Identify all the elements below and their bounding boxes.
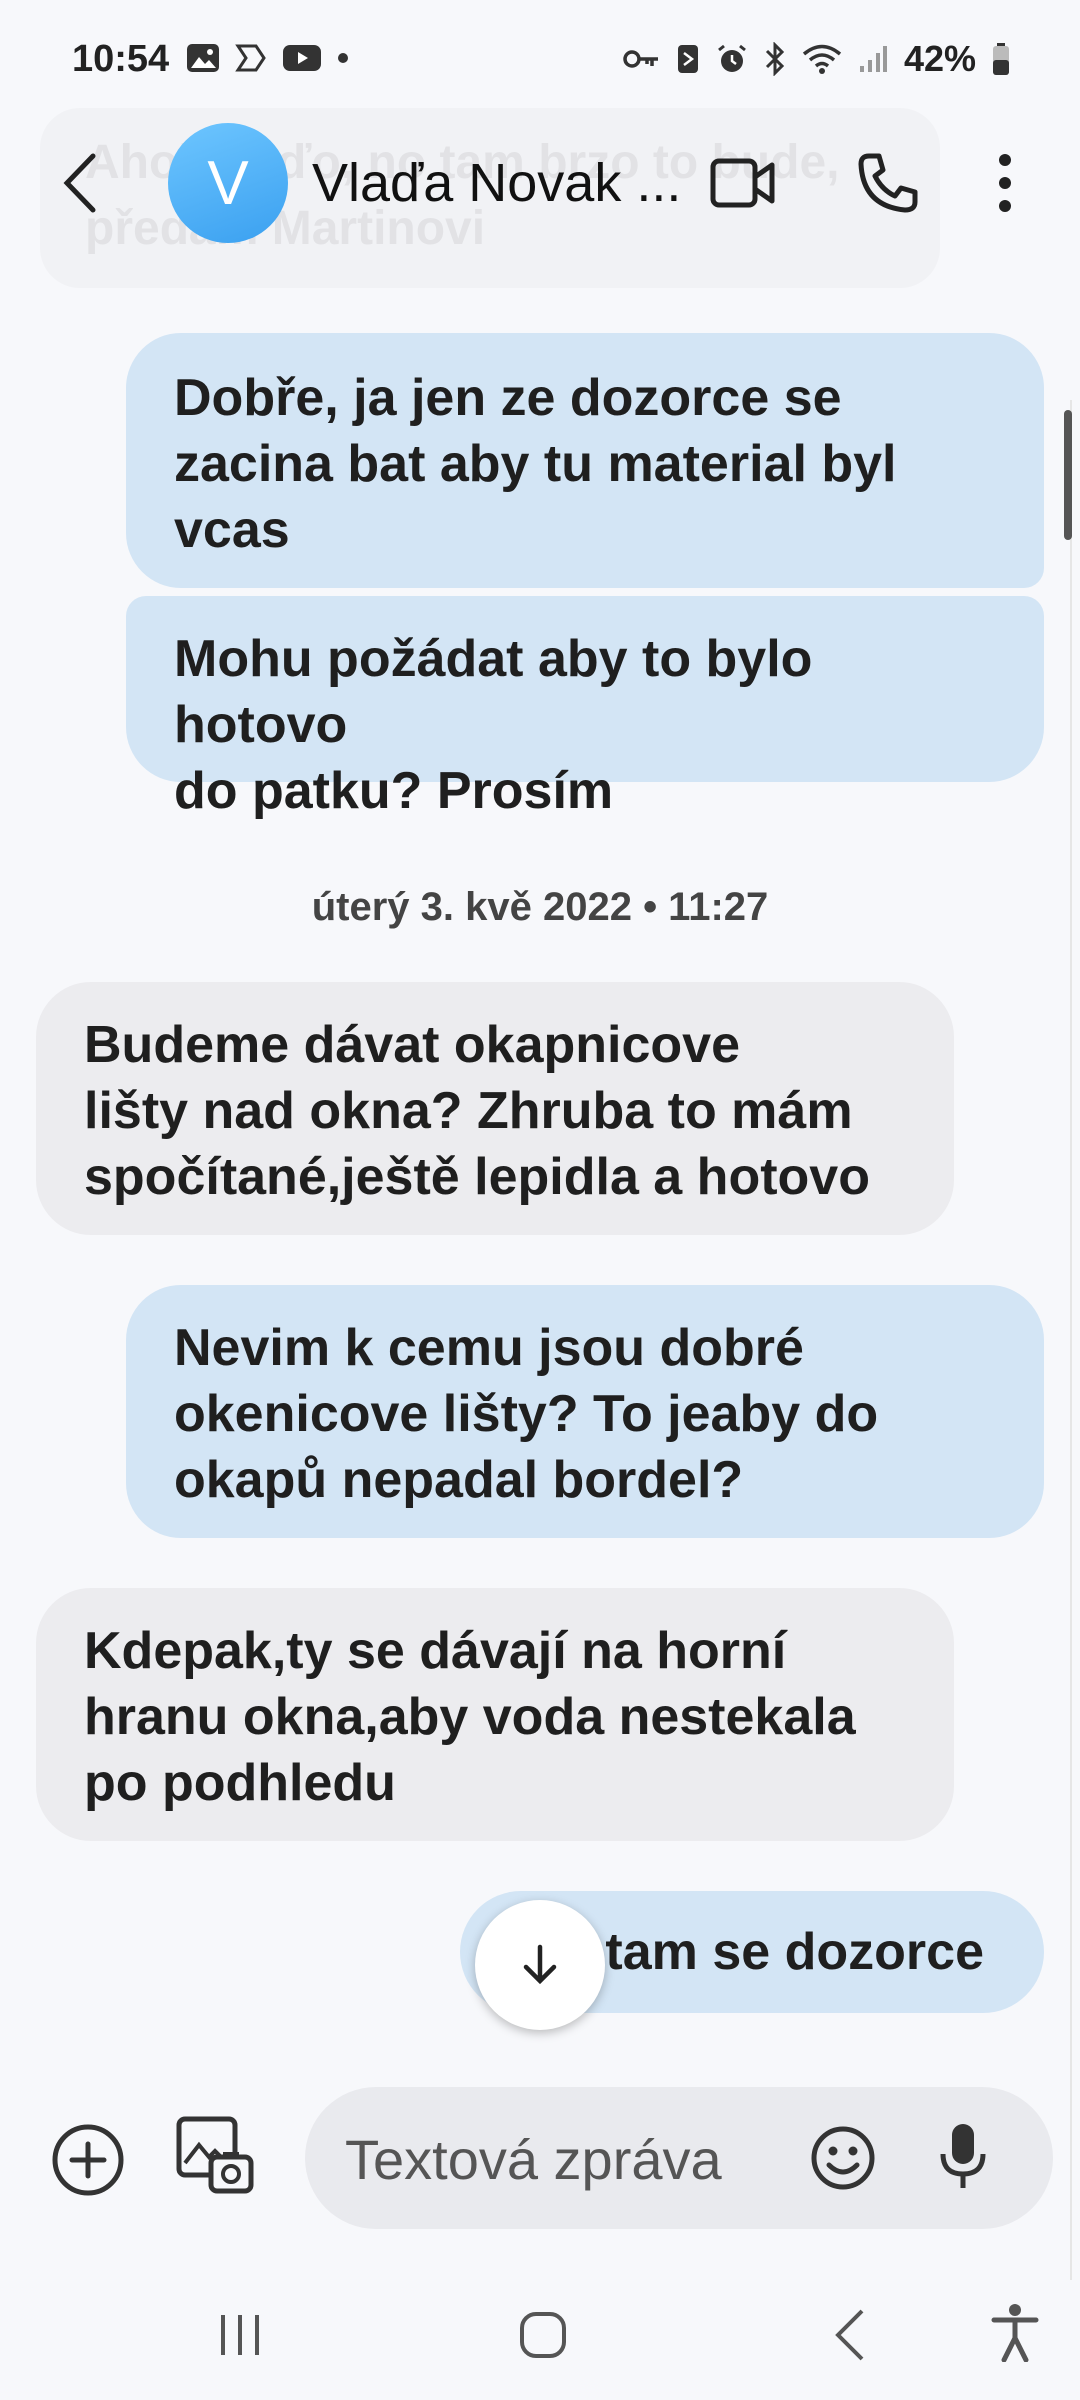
message-bubble-outgoing[interactable]: Dobře, ja jen ze dozorce se zacina bat a… [126, 333, 1044, 588]
back-icon [63, 153, 96, 213]
message-line: spočítané,ještě lepidla a hotovo [84, 1148, 870, 1206]
message-bubble-outgoing[interactable]: Nevim k cemu jsou dobré okenicove lišty?… [126, 1285, 1044, 1538]
arrow-down-icon [523, 1944, 557, 1985]
message-line: Nevim k cemu jsou dobré [174, 1319, 804, 1377]
signal-icon [859, 46, 887, 72]
accessibility-button[interactable] [990, 2302, 1040, 2367]
message-input-placeholder: Textová zpráva [345, 2128, 722, 2191]
message-line: tam se dozorce [605, 1923, 984, 1981]
contact-avatar[interactable]: V [168, 123, 288, 243]
key-icon [623, 50, 658, 68]
message-line: vcas [174, 501, 290, 559]
more-options-button[interactable] [995, 150, 1015, 221]
message-line: hranu okna,aby voda nestekala [84, 1688, 856, 1746]
gallery-icon [176, 2116, 254, 2194]
contact-name[interactable]: Vlaďa Novak ... [312, 152, 681, 214]
message-bubble-incoming[interactable]: Kdepak,ty se dávají na horní hranu okna,… [36, 1588, 954, 1841]
emoji-icon [811, 2126, 875, 2190]
message-line: okapů nepadal bordel? [174, 1451, 744, 1509]
message-line: Dobře, ja jen ze dozorce se [174, 369, 842, 427]
bluetooth-icon [765, 42, 785, 76]
battery-icon [993, 43, 1009, 75]
message-bubble-outgoing[interactable]: Mohu požádat aby to bylo hotovo do patku… [126, 596, 1044, 820]
status-time: 10:54 [72, 38, 170, 80]
back-button[interactable] [55, 148, 115, 218]
app-notification-icon [235, 44, 266, 72]
dot-icon [338, 53, 348, 63]
more-icon [999, 154, 1011, 212]
emoji-button[interactable] [810, 2125, 876, 2196]
message-bubble-incoming[interactable]: Budeme dávat okapnicove lišty nad okna? … [36, 982, 954, 1235]
gallery-button[interactable] [175, 2115, 255, 2200]
message-line: zacina bat aby tu material byl [174, 435, 897, 493]
scroll-to-bottom-button[interactable] [475, 1900, 605, 2030]
message-line: po podhledu [84, 1754, 396, 1812]
message-line: okenicove lišty? To jeaby do [174, 1385, 879, 1443]
nav-back-icon [835, 2309, 864, 2361]
status-bar: 10:54 42% [0, 0, 1080, 120]
recents-icon [221, 2315, 259, 2355]
image-notification-icon [187, 44, 219, 72]
voice-input-button[interactable] [935, 2120, 991, 2197]
date-separator: úterý 3. kvě 2022 • 11:27 [311, 885, 769, 929]
scroll-track [1070, 400, 1072, 2280]
phone-call-button[interactable] [855, 150, 921, 221]
recent-apps-button[interactable] [215, 2310, 265, 2365]
message-line: Mohu požádat aby to bylo hotovo [174, 630, 813, 754]
phone-icon [858, 153, 918, 213]
wifi-icon [802, 44, 842, 74]
message-line: lišty nad okna? Zhruba to mám [84, 1082, 853, 1140]
add-attachment-button[interactable] [50, 2122, 126, 2203]
video-call-icon [710, 158, 775, 208]
nav-back-button[interactable] [830, 2305, 870, 2370]
mic-icon [940, 2124, 986, 2188]
youtube-icon [283, 45, 321, 71]
battery-percent: 42% [903, 38, 976, 79]
home-icon [520, 2312, 566, 2358]
nfc-icon [677, 45, 698, 73]
message-line: Kdepak,ty se dávají na horní [84, 1622, 787, 1680]
alarm-icon [718, 44, 746, 72]
accessibility-icon [991, 2304, 1039, 2363]
scrollbar[interactable] [1064, 410, 1072, 540]
system-icons: 42% [622, 38, 1010, 80]
notification-icons [186, 42, 350, 74]
video-call-button[interactable] [710, 155, 776, 216]
add-icon [52, 2124, 124, 2196]
message-line: do patku? Prosím [174, 762, 614, 820]
message-line: Budeme dávat okapnicove [84, 1016, 740, 1074]
home-button[interactable] [518, 2310, 568, 2365]
